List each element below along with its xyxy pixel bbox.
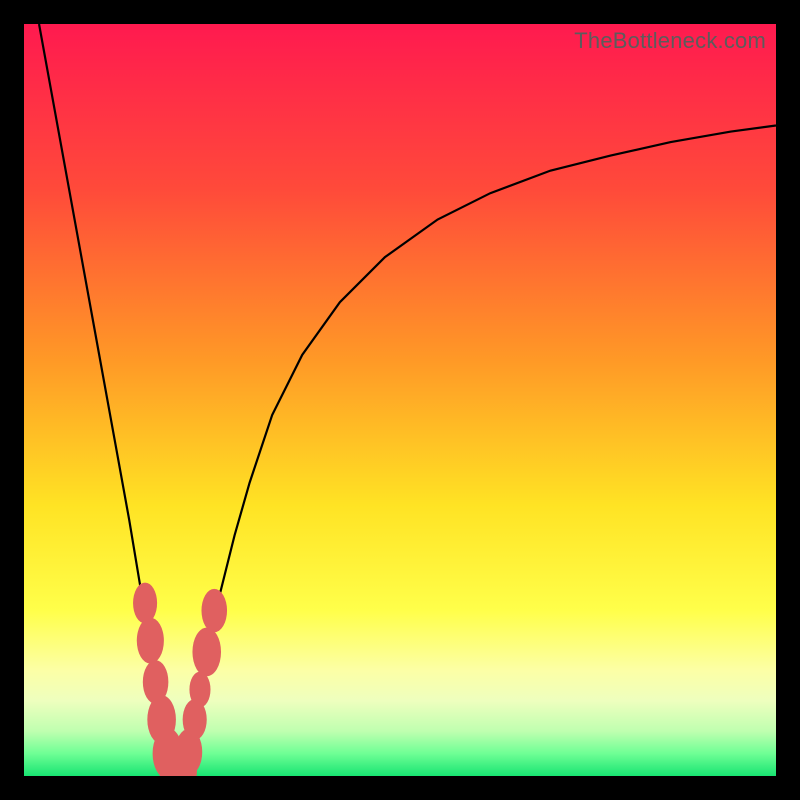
chart-svg (24, 24, 776, 776)
data-marker (189, 672, 210, 708)
data-marker (192, 628, 221, 677)
data-marker (137, 618, 164, 664)
data-marker (133, 583, 157, 624)
watermark-text: TheBottleneck.com (574, 28, 766, 54)
data-marker (201, 589, 227, 632)
chart-frame: TheBottleneck.com (0, 0, 800, 800)
gradient-background (24, 24, 776, 776)
plot-area: TheBottleneck.com (24, 24, 776, 776)
